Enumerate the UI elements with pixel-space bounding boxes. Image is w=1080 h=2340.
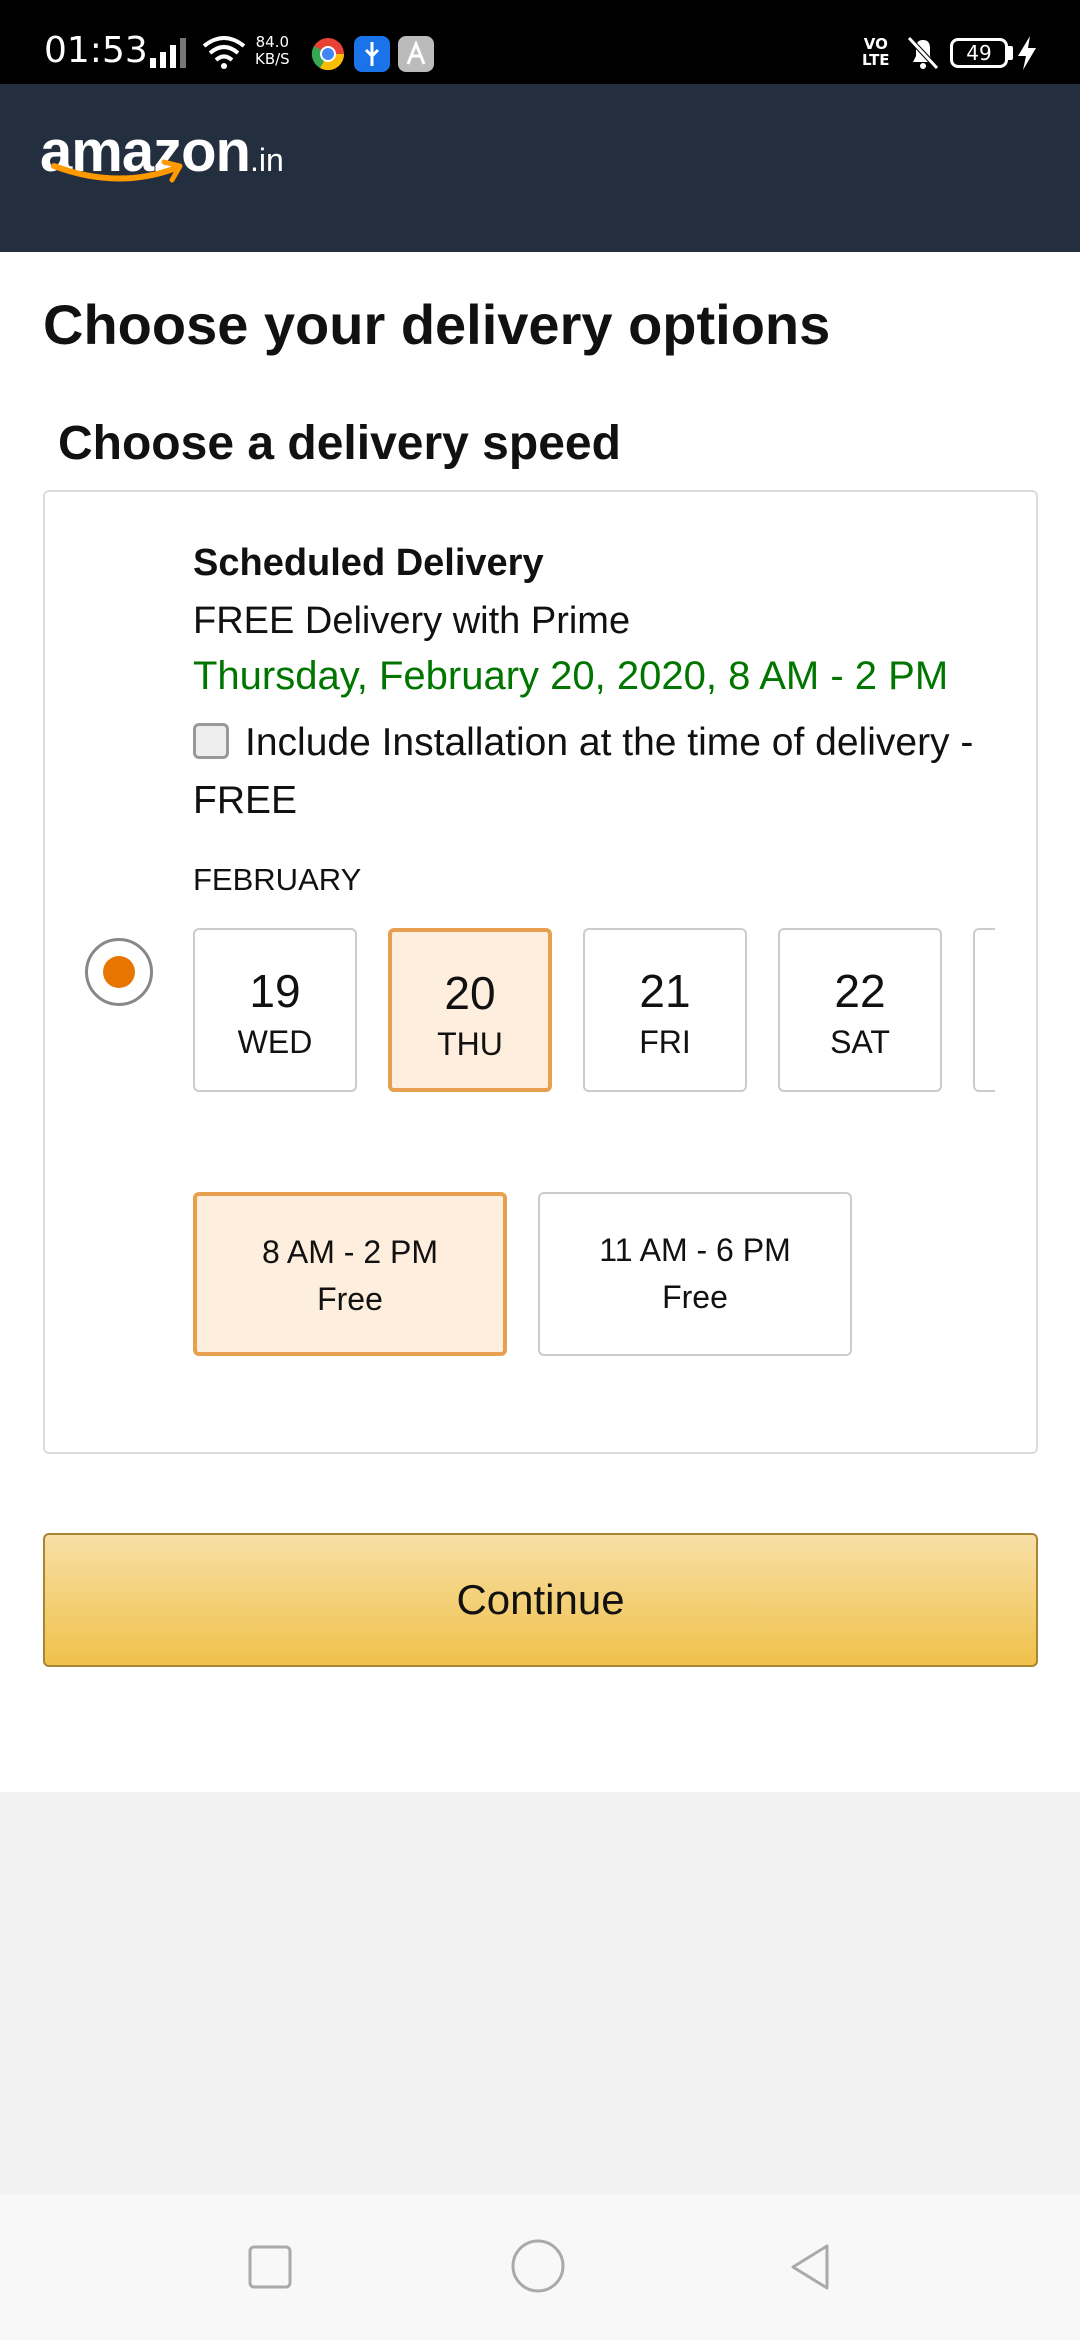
- date-option[interactable]: 22 SAT: [778, 928, 942, 1092]
- page-title: Choose your delivery options: [43, 293, 831, 356]
- date-weekday: FRI: [639, 1024, 691, 1060]
- recent-apps-icon[interactable]: [245, 2242, 295, 2292]
- install-label: Include Installation at the time of deli…: [193, 721, 974, 822]
- amazon-smile-icon: [51, 159, 183, 183]
- home-icon[interactable]: [510, 2238, 566, 2294]
- install-option[interactable]: Include Installation at the time of deli…: [193, 714, 993, 830]
- date-weekday: SAT: [830, 1024, 890, 1060]
- wifi-icon: [202, 36, 246, 69]
- continue-button[interactable]: Continue: [43, 1533, 1038, 1667]
- date-option-partial[interactable]: [973, 928, 995, 1092]
- battery-indicator: 49: [950, 38, 1008, 68]
- date-option[interactable]: 21 FRI: [583, 928, 747, 1092]
- volte-top-label: VO: [863, 35, 888, 53]
- date-option-selected[interactable]: 20 THU: [388, 928, 552, 1092]
- date-number: 21: [639, 965, 691, 1017]
- time-slot-selected[interactable]: 8 AM - 2 PM Free: [193, 1192, 507, 1356]
- charging-icon: [1018, 36, 1036, 70]
- month-label: FEBRUARY: [193, 862, 362, 897]
- time-slot[interactable]: 11 AM - 6 PM Free: [538, 1192, 852, 1356]
- main-content: Choose your delivery options Choose a de…: [0, 252, 1080, 1792]
- option-title: Scheduled Delivery: [193, 542, 544, 584]
- date-number: 22: [834, 965, 886, 1017]
- volte-bottom-label: LTE: [862, 51, 890, 69]
- delivery-option-card: Scheduled Delivery FREE Delivery with Pr…: [43, 490, 1038, 1454]
- system-nav-bar: [0, 2194, 1080, 2340]
- option-description: FREE Delivery with Prime: [193, 600, 631, 642]
- volte-indicator: VO LTE: [862, 36, 890, 68]
- app-header: amazon.in: [0, 84, 1080, 252]
- network-speed-unit: KB/S: [255, 50, 290, 68]
- slot-price: Free: [662, 1279, 728, 1315]
- usb-icon: [354, 36, 390, 72]
- install-checkbox[interactable]: [193, 723, 229, 759]
- back-icon[interactable]: [785, 2242, 835, 2292]
- slot-price: Free: [317, 1281, 383, 1317]
- date-number: 19: [249, 965, 301, 1017]
- bell-muted-icon: [907, 36, 939, 70]
- network-speed-value: 84.0: [255, 33, 290, 51]
- app-store-icon: [398, 36, 434, 72]
- option-date: Thursday, February 20, 2020, 8 AM - 2 PM: [193, 654, 949, 698]
- chrome-app-icon: [311, 38, 345, 71]
- status-bar: 01:53 84.0 KB/S VO LTE 49: [0, 0, 1080, 84]
- section-title: Choose a delivery speed: [58, 417, 621, 470]
- radio-selected-dot: [103, 956, 135, 988]
- date-number: 20: [444, 967, 496, 1019]
- logo-suffix: .in: [249, 142, 284, 178]
- date-option[interactable]: 19 WED: [193, 928, 357, 1092]
- date-weekday: THU: [437, 1026, 503, 1062]
- date-weekday: WED: [237, 1024, 313, 1060]
- status-time: 01:53: [44, 30, 148, 71]
- slot-time: 8 AM - 2 PM: [261, 1234, 439, 1270]
- battery-tip: [1008, 46, 1013, 60]
- date-picker[interactable]: 19 WED 20 THU 21 FRI 22 SAT: [193, 928, 995, 1096]
- slot-time: 11 AM - 6 PM: [599, 1232, 791, 1268]
- delivery-option-radio[interactable]: [85, 938, 153, 1006]
- signal-icon: [150, 38, 186, 68]
- network-speed: 84.0 KB/S: [255, 34, 290, 68]
